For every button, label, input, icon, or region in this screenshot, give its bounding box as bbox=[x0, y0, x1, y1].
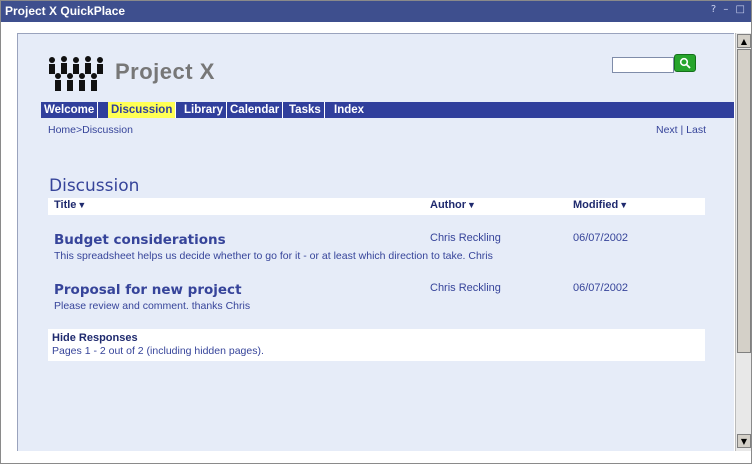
scroll-up-icon[interactable]: ▲ bbox=[737, 34, 751, 48]
topic-modified: 06/07/2002 bbox=[573, 282, 629, 294]
list-footer: Hide Responses Pages 1 - 2 out of 2 (inc… bbox=[48, 329, 705, 361]
window-controls[interactable]: ? – □ bbox=[711, 4, 747, 15]
title-bar[interactable]: Project X QuickPlace ? – □ bbox=[1, 1, 751, 22]
column-header-row: Title▼ Author▼ Modified▼ bbox=[48, 198, 705, 215]
topic-summary: This spreadsheet helps us decide whether… bbox=[54, 250, 493, 262]
sort-down-icon: ▼ bbox=[619, 200, 629, 210]
column-author[interactable]: Author▼ bbox=[430, 199, 476, 211]
sort-down-icon: ▼ bbox=[467, 200, 476, 210]
column-modified-label: Modified bbox=[573, 199, 619, 211]
tab-welcome[interactable]: Welcome bbox=[41, 102, 99, 118]
topic-link[interactable]: Budget considerations bbox=[54, 232, 226, 248]
column-title[interactable]: Title▼ bbox=[54, 199, 86, 211]
sort-down-icon: ▼ bbox=[77, 200, 87, 210]
topic-modified: 06/07/2002 bbox=[573, 232, 629, 244]
column-title-label: Title bbox=[54, 199, 77, 211]
tab-library[interactable]: Library bbox=[181, 102, 227, 118]
topic-author: Chris Reckling bbox=[430, 282, 501, 294]
scroll-thumb[interactable] bbox=[737, 49, 751, 353]
app-window: Project X QuickPlace ? – □ Project X Wel… bbox=[0, 0, 752, 464]
column-modified[interactable]: Modified▼ bbox=[573, 199, 628, 211]
tab-calendar[interactable]: Calendar bbox=[227, 102, 284, 118]
content-frame: Project X Welcome Discussion Library Cal… bbox=[17, 33, 734, 451]
topic-summary: Please review and comment. thanks Chris bbox=[54, 300, 251, 312]
scroll-down-icon[interactable]: ▼ bbox=[737, 434, 751, 448]
tab-tasks[interactable]: Tasks bbox=[286, 102, 325, 118]
page-title: Discussion bbox=[49, 176, 140, 196]
page-count: Pages 1 - 2 out of 2 (including hidden p… bbox=[52, 345, 264, 357]
topic-author: Chris Reckling bbox=[430, 232, 501, 244]
people-logo-icon bbox=[49, 56, 103, 91]
search-input[interactable] bbox=[612, 57, 674, 73]
tab-index[interactable]: Index bbox=[331, 102, 367, 118]
topic-link[interactable]: Proposal for new project bbox=[54, 282, 242, 298]
breadcrumb[interactable]: Home>Discussion bbox=[48, 124, 133, 136]
search-button[interactable] bbox=[674, 54, 696, 72]
window-title: Project X QuickPlace bbox=[5, 4, 126, 18]
nav-bar: Welcome Discussion Library Calendar Task… bbox=[41, 102, 734, 118]
pager-links[interactable]: Next | Last bbox=[656, 124, 706, 136]
tab-discussion[interactable]: Discussion bbox=[108, 102, 177, 118]
search-icon bbox=[679, 57, 691, 69]
brand-title: Project X bbox=[115, 59, 215, 84]
hide-responses-link[interactable]: Hide Responses bbox=[52, 332, 138, 344]
column-author-label: Author bbox=[430, 199, 467, 211]
vertical-scrollbar[interactable]: ▲ ▼ bbox=[735, 33, 751, 451]
